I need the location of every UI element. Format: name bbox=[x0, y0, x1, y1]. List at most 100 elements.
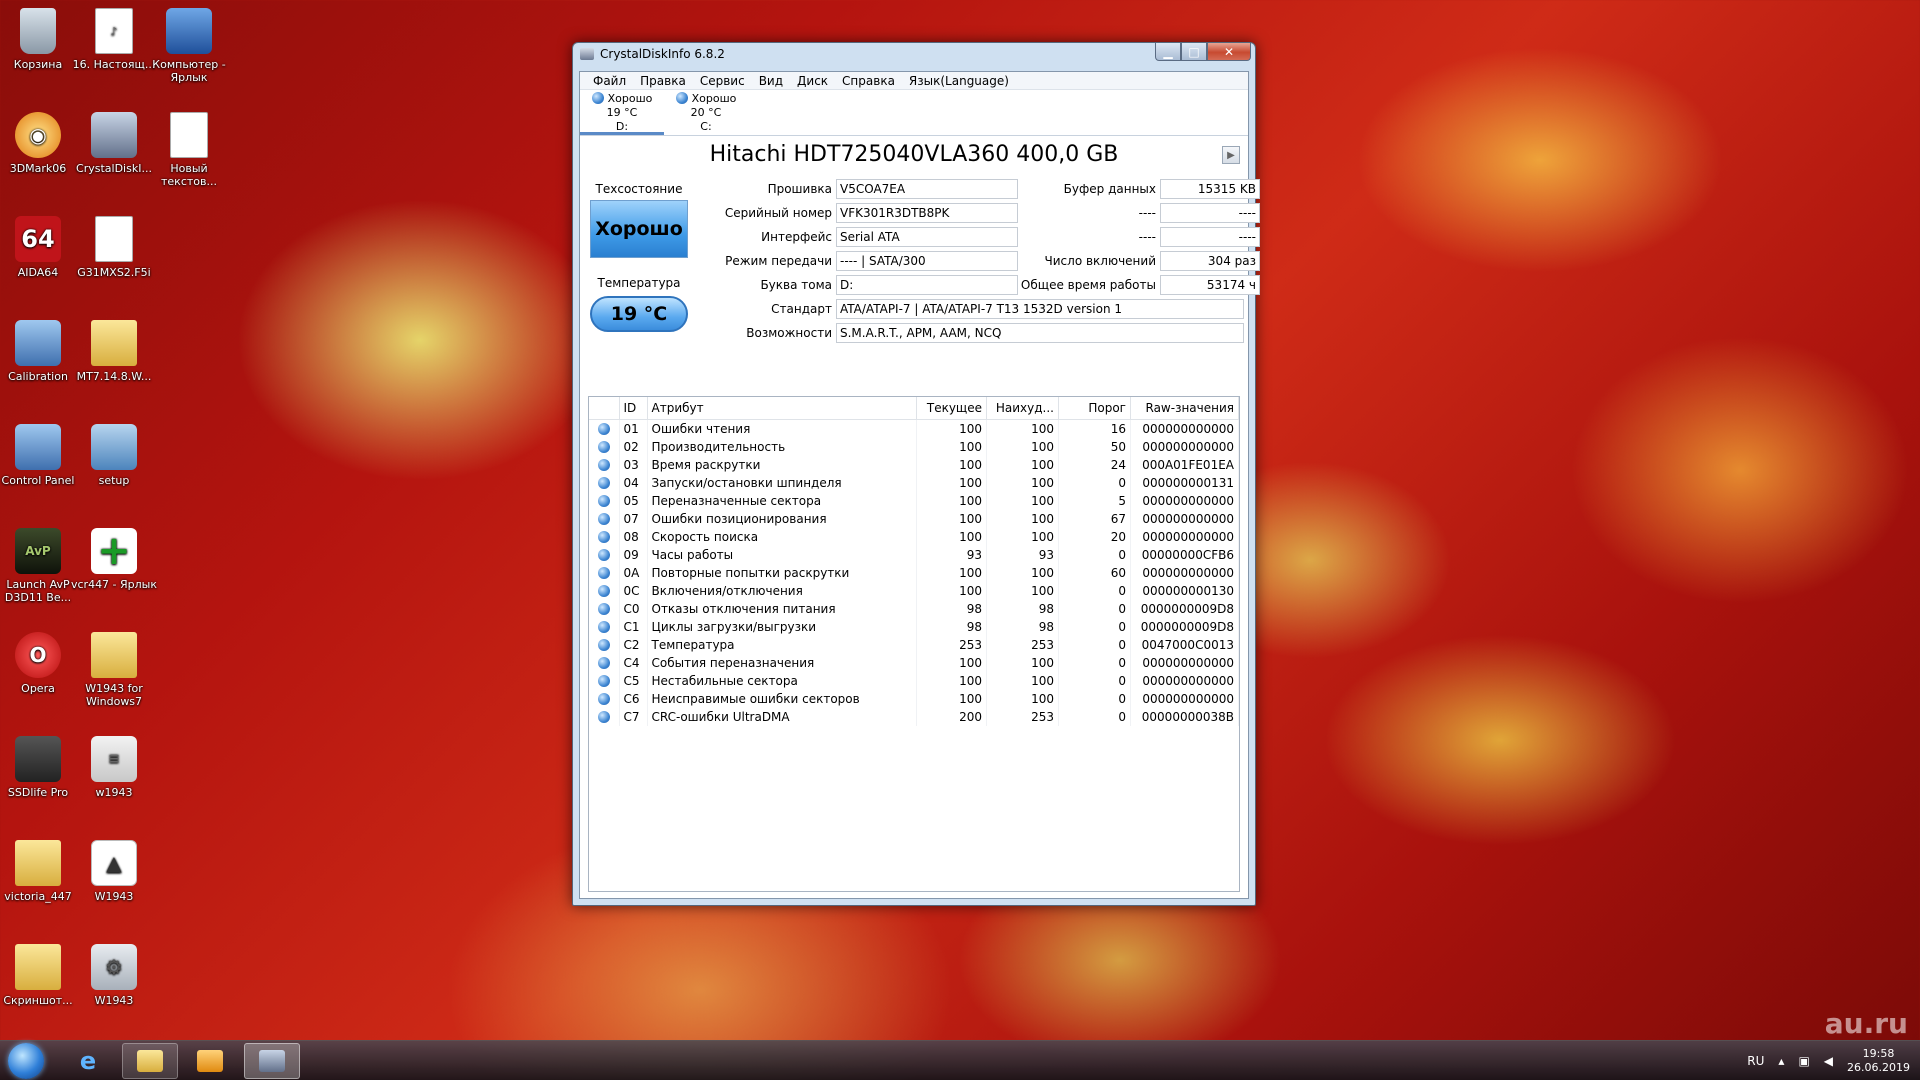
threshold-cell: 0 bbox=[1058, 581, 1131, 600]
blank-label-1: ---- bbox=[1138, 206, 1156, 220]
menu-edit[interactable]: Правка bbox=[633, 74, 693, 88]
temperature-button[interactable]: 19 °C bbox=[590, 296, 688, 332]
desktop-icon[interactable]: MT7.14.8.W... bbox=[68, 316, 160, 383]
desktop-icon-label: W1943 for Windows7 bbox=[85, 682, 143, 708]
desktop-icon[interactable]: ▲ W1943 bbox=[68, 836, 160, 903]
status-dot-icon bbox=[597, 602, 610, 615]
id-column-header[interactable]: ID bbox=[619, 397, 648, 420]
current-column-header[interactable]: Текущее bbox=[916, 397, 987, 420]
taskbar-media-player[interactable] bbox=[182, 1043, 238, 1079]
status-dot-icon bbox=[675, 92, 688, 104]
status-dot-icon bbox=[597, 584, 610, 597]
id-cell: 05 bbox=[619, 491, 648, 510]
desktop-icon[interactable]: W1943 for Windows7 bbox=[68, 628, 160, 708]
clock[interactable]: 19:58 26.06.2019 bbox=[1847, 1047, 1910, 1075]
current-cell: 100 bbox=[916, 689, 987, 708]
desktop-icon[interactable]: setup bbox=[68, 420, 160, 487]
smart-row[interactable]: 01 Ошибки чтения 100 100 16 000000000000 bbox=[589, 419, 1239, 438]
status-column-header[interactable] bbox=[589, 397, 620, 420]
volume-icon[interactable]: ◀ bbox=[1824, 1054, 1833, 1068]
smart-row[interactable]: 02 Производительность 100 100 50 000000000000 bbox=[589, 437, 1239, 456]
smart-row[interactable]: C0 Отказы отключения питания 98 98 0 00000000… bbox=[589, 599, 1239, 618]
title-bar[interactable]: CrystalDiskInfo 6.8.2 ▁ □ ✕ bbox=[573, 43, 1255, 65]
start-button[interactable] bbox=[8, 1043, 44, 1079]
id-cell: C1 bbox=[619, 617, 648, 636]
show-hidden-icons-icon[interactable]: ▴ bbox=[1778, 1054, 1784, 1068]
disk-tab-d[interactable]: Хорошо 19 °C D: bbox=[580, 90, 664, 135]
menu-service[interactable]: Сервис bbox=[693, 74, 752, 88]
current-cell: 100 bbox=[916, 527, 987, 546]
taskbar-crystaldiskinfo[interactable] bbox=[244, 1043, 300, 1079]
maximize-button[interactable]: □ bbox=[1181, 43, 1207, 61]
smart-row[interactable]: C1 Циклы загрузки/выгрузки 98 98 0 0000000009… bbox=[589, 617, 1239, 636]
raw-value-cell: 0000000009D8 bbox=[1130, 599, 1239, 618]
language-indicator[interactable]: RU bbox=[1747, 1054, 1764, 1068]
desktop-icon[interactable]: G31MXS2.F5i bbox=[68, 212, 160, 279]
smart-row[interactable]: C2 Температура 253 253 0 0047000C0013 bbox=[589, 635, 1239, 654]
menu-disk[interactable]: Диск bbox=[790, 74, 835, 88]
desktop-icon-label: vcr447 - Ярлык bbox=[70, 578, 158, 591]
folder-icon bbox=[15, 840, 61, 886]
threshold-cell: 0 bbox=[1058, 617, 1131, 636]
attribute-cell: Повторные попытки раскрутки bbox=[647, 563, 917, 582]
smart-attributes-table[interactable]: ID Атрибут Текущее Наихуд... Порог Raw-з… bbox=[588, 396, 1240, 892]
desktop-icon[interactable]: Новый текстов... bbox=[143, 108, 235, 188]
serial-label: Серийный номер bbox=[724, 206, 832, 220]
setup-icon bbox=[91, 424, 137, 470]
interface-label: Интерфейс bbox=[761, 230, 832, 244]
desktop-icon[interactable]: ⚙ W1943 bbox=[68, 940, 160, 1007]
current-cell: 100 bbox=[916, 491, 987, 510]
smart-row[interactable]: C5 Нестабильные сектора 100 100 0 00000000000… bbox=[589, 671, 1239, 690]
raw-column-header[interactable]: Raw-значения bbox=[1130, 397, 1239, 420]
network-icon[interactable]: ▣ bbox=[1798, 1054, 1809, 1068]
threshold-cell: 0 bbox=[1058, 653, 1131, 672]
taskbar-internet-explorer[interactable]: e bbox=[60, 1043, 116, 1079]
menu-help[interactable]: Справка bbox=[835, 74, 902, 88]
disk-tab-c[interactable]: Хорошо 20 °C C: bbox=[664, 90, 748, 135]
smart-row[interactable]: C7 CRC-ошибки UltraDMA 200 253 0 00000000038B bbox=[589, 707, 1239, 726]
worst-cell: 100 bbox=[986, 455, 1059, 474]
smart-row[interactable]: 09 Часы работы 93 93 0 00000000CFB6 bbox=[589, 545, 1239, 564]
blank-value-1: ---- bbox=[1160, 203, 1260, 223]
desktop-icon-label: w1943 bbox=[95, 786, 133, 799]
menu-file[interactable]: Файл bbox=[586, 74, 633, 88]
minimize-button[interactable]: ▁ bbox=[1155, 43, 1181, 61]
raw-value-cell: 0000000009D8 bbox=[1130, 617, 1239, 636]
threshold-cell: 67 bbox=[1058, 509, 1131, 528]
threshold-column-header[interactable]: Порог bbox=[1058, 397, 1131, 420]
taskbar-explorer[interactable] bbox=[122, 1043, 178, 1079]
worst-cell: 100 bbox=[986, 689, 1059, 708]
desktop-icon[interactable]: + vcr447 - Ярлык bbox=[68, 524, 160, 591]
desktop-icon[interactable]: Компьютер - Ярлык bbox=[143, 4, 235, 84]
taskbar: e RU ▴ ▣ ◀ 19:58 26.06.2019 bbox=[0, 1040, 1920, 1080]
features-label: Возможности bbox=[746, 326, 832, 340]
smart-row[interactable]: 0C Включения/отключения 100 100 0 00000000013… bbox=[589, 581, 1239, 600]
smart-row[interactable]: C4 События переназначения 100 100 0 000000000… bbox=[589, 653, 1239, 672]
next-disk-button[interactable]: ▶ bbox=[1222, 146, 1240, 164]
smart-row[interactable]: 05 Переназначенные сектора 100 100 5 00000000… bbox=[589, 491, 1239, 510]
3dmark-icon: ◉ bbox=[15, 112, 61, 158]
health-status-button[interactable]: Хорошо bbox=[590, 200, 688, 258]
worst-cell: 100 bbox=[986, 527, 1059, 546]
smart-row[interactable]: C6 Неисправимые ошибки секторов 100 100 0 000… bbox=[589, 689, 1239, 708]
status-dot-icon bbox=[597, 440, 610, 453]
attribute-column-header[interactable]: Атрибут bbox=[647, 397, 917, 420]
desktop-icon-label: Компьютер - Ярлык bbox=[152, 58, 226, 84]
desktop-icon[interactable]: ≡ w1943 bbox=[68, 732, 160, 799]
menu-view[interactable]: Вид bbox=[752, 74, 790, 88]
smart-row[interactable]: 08 Скорость поиска 100 100 20 000000000000 bbox=[589, 527, 1239, 546]
desktop-icon-label: setup bbox=[98, 474, 130, 487]
raw-value-cell: 00000000CFB6 bbox=[1130, 545, 1239, 564]
smart-row[interactable]: 0A Повторные попытки раскрутки 100 100 60 000… bbox=[589, 563, 1239, 582]
text-file-icon bbox=[170, 112, 208, 158]
worst-column-header[interactable]: Наихуд... bbox=[986, 397, 1059, 420]
smart-row[interactable]: 04 Запуски/остановки шпинделя 100 100 0 00000… bbox=[589, 473, 1239, 492]
close-button[interactable]: ✕ bbox=[1207, 43, 1251, 61]
current-cell: 93 bbox=[916, 545, 987, 564]
id-cell: C0 bbox=[619, 599, 648, 618]
menu-language[interactable]: Язык(Language) bbox=[902, 74, 1016, 88]
threshold-cell: 50 bbox=[1058, 437, 1131, 456]
status-dot-icon bbox=[597, 512, 610, 525]
smart-row[interactable]: 03 Время раскрутки 100 100 24 000A01FE01EA bbox=[589, 455, 1239, 474]
smart-row[interactable]: 07 Ошибки позиционирования 100 100 67 0000000… bbox=[589, 509, 1239, 528]
